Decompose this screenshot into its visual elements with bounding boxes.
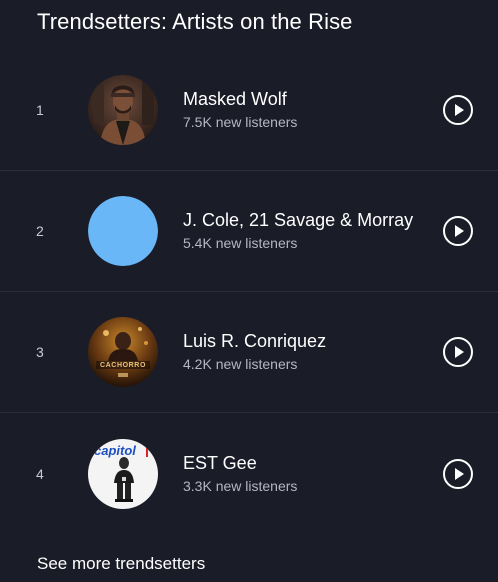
avatar-placeholder: [88, 196, 158, 266]
new-listeners-count: 7.5K new listeners: [183, 114, 298, 130]
trendsetters-section: Trendsetters: Artists on the Rise 1 Mask…: [0, 0, 498, 582]
artist-name: Luis R. Conriquez: [183, 331, 327, 351]
new-listeners-count: 3.3K new listeners: [183, 477, 298, 494]
rank-number: 4: [36, 465, 44, 482]
play-button[interactable]: [443, 216, 473, 246]
new-listeners-count: 5.4K new listeners: [183, 235, 298, 251]
play-icon: [455, 467, 464, 480]
artist-info: Masked Wolf 7.5K new listeners: [183, 88, 297, 132]
artist-info: EST Gee 3.3K new listeners: [183, 452, 297, 496]
logo-text: capitol: [94, 443, 136, 458]
artist-avatar[interactable]: capitol: [88, 438, 158, 509]
see-more-link[interactable]: See more trendsetters: [37, 554, 205, 574]
artist-photo-image: [88, 75, 158, 145]
section-title: Trendsetters: Artists on the Rise: [37, 9, 353, 34]
play-button[interactable]: [443, 337, 473, 367]
artist-row[interactable]: 1 Masked Wolf 7.5K new listeners: [0, 50, 498, 171]
play-icon: [455, 346, 464, 358]
rank-number: 1: [36, 102, 44, 118]
artist-name: Masked Wolf: [183, 89, 287, 109]
new-listeners-count: 4.2K new listeners: [183, 356, 298, 372]
album-art-text: CACHORRO: [100, 362, 146, 369]
rank-number: 2: [36, 223, 44, 239]
album-art-image: CACHORRO: [88, 317, 158, 387]
play-button[interactable]: [443, 458, 473, 489]
artist-name: J. Cole, 21 Savage & Morray: [183, 210, 414, 230]
artist-row[interactable]: 3 CACHORRO Luis R. Conriquez 4.2K new li…: [0, 292, 498, 413]
artist-avatar[interactable]: CACHORRO: [88, 317, 158, 387]
artist-photo-image: capitol: [88, 438, 158, 509]
artist-row[interactable]: 4 capitol EST Gee 3.3K new listeners: [0, 413, 498, 534]
play-icon: [455, 104, 464, 116]
artist-info: Luis R. Conriquez 4.2K new listeners: [183, 330, 326, 374]
play-button[interactable]: [443, 95, 473, 125]
artist-info: J. Cole, 21 Savage & Morray 5.4K new lis…: [183, 209, 413, 253]
artist-avatar[interactable]: [88, 196, 158, 266]
artist-row[interactable]: 2 J. Cole, 21 Savage & Morray 5.4K new l…: [0, 171, 498, 292]
artist-list: 1 Masked Wolf 7.5K new listeners 2 J. Co…: [0, 50, 498, 534]
artist-name: EST Gee: [183, 452, 257, 473]
rank-number: 3: [36, 344, 44, 360]
artist-avatar[interactable]: [88, 75, 158, 145]
play-icon: [455, 225, 464, 237]
